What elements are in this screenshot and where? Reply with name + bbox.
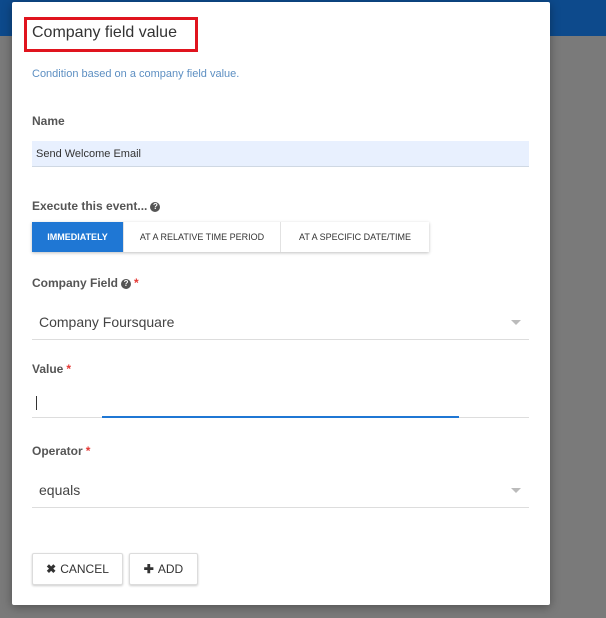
caret-down-icon (511, 320, 521, 325)
plus-icon: ✚ (143, 562, 154, 576)
company-field-selected: Company Foursquare (39, 314, 175, 330)
value-label-text: Value (32, 362, 64, 376)
cancel-button[interactable]: ✖ CANCEL (32, 553, 123, 585)
required-asterisk: * (85, 444, 91, 458)
dialog-subtitle: Condition based on a company field value… (32, 68, 240, 80)
name-input[interactable]: Send Welcome Email (32, 141, 529, 167)
value-input[interactable] (32, 390, 529, 418)
required-asterisk: * (66, 362, 72, 376)
operator-label-text: Operator (32, 444, 83, 458)
execute-segmented-control: IMMEDIATELY AT A RELATIVE TIME PERIOD AT… (32, 222, 429, 252)
add-label: ADD (157, 562, 184, 576)
question-circle-icon[interactable]: ? (121, 279, 132, 289)
company-field-select[interactable]: Company Foursquare (32, 304, 529, 340)
name-label: Name (32, 114, 65, 128)
company-field-label-text: Company Field (32, 276, 119, 290)
condition-dialog: Company field value Condition based on a… (12, 2, 550, 605)
execute-label: Execute this event...? (32, 199, 161, 213)
execute-option-relative-time[interactable]: AT A RELATIVE TIME PERIOD (124, 222, 281, 252)
name-label-text: Name (32, 114, 65, 128)
operator-label: Operator * (32, 444, 90, 458)
value-label: Value * (32, 362, 71, 376)
execute-option-immediately[interactable]: IMMEDIATELY (32, 222, 124, 252)
input-focus-underline (102, 416, 459, 418)
operator-selected: equals (39, 482, 81, 498)
execute-label-text: Execute this event... (32, 199, 148, 213)
add-button[interactable]: ✚ ADD (129, 553, 198, 585)
required-asterisk: * (134, 276, 139, 290)
question-circle-icon[interactable]: ? (150, 202, 161, 212)
execute-option-specific-date[interactable]: AT A SPECIFIC DATE/TIME (281, 222, 429, 252)
caret-down-icon (511, 488, 521, 493)
operator-select[interactable]: equals (32, 472, 529, 508)
text-cursor (36, 396, 37, 410)
company-field-label: Company Field? * (32, 276, 139, 290)
name-input-value: Send Welcome Email (36, 148, 141, 160)
dialog-title: Company field value (32, 24, 177, 41)
cancel-label: CANCEL (60, 562, 109, 576)
times-icon: ✖ (46, 562, 57, 576)
